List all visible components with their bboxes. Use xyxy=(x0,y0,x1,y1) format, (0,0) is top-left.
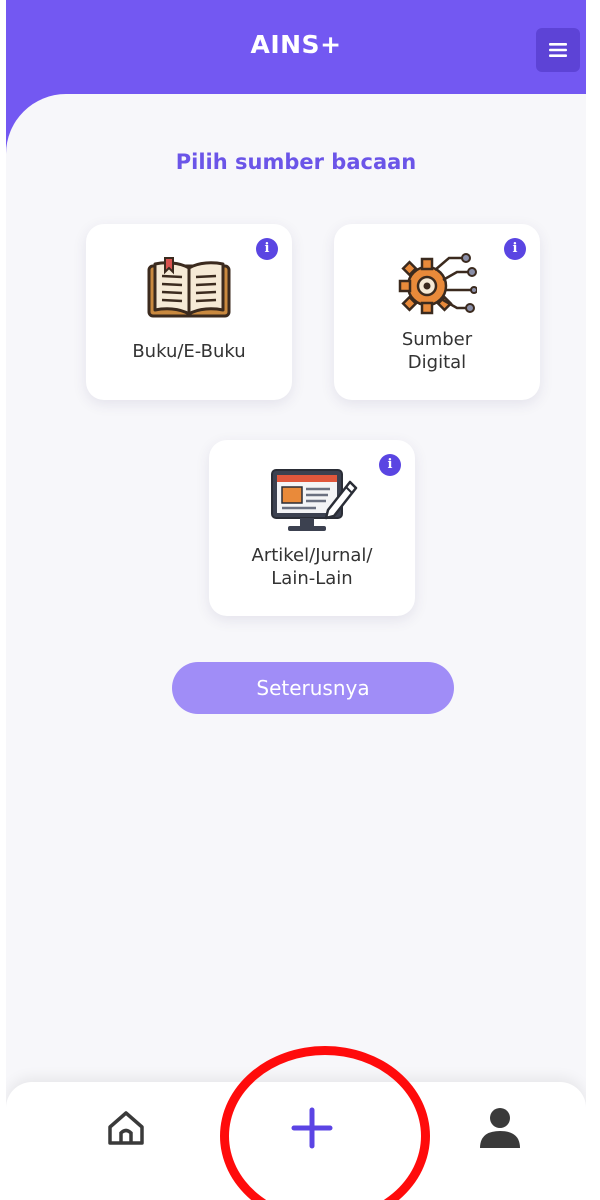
card-icon-wrap xyxy=(209,466,415,536)
nav-home[interactable] xyxy=(94,1098,158,1158)
home-icon xyxy=(108,1111,144,1145)
card-artikel-jurnal[interactable]: i Artikel/Jurnal/ Lain-Lain xyxy=(209,440,415,616)
menu-button[interactable] xyxy=(536,28,580,72)
card-label-line: Artikel/Jurnal/ xyxy=(251,545,373,566)
card-label-line: Lain-Lain xyxy=(271,568,353,589)
nav-add[interactable] xyxy=(280,1098,344,1158)
open-book-icon xyxy=(147,257,231,318)
article-monitor-icon xyxy=(271,469,358,531)
card-icon-wrap xyxy=(334,250,540,320)
app-screen: AINS+ Pilih sumber bacaan i Buku/E-Buku … xyxy=(6,0,586,1200)
nav-profile[interactable] xyxy=(468,1098,532,1158)
card-sumber-digital[interactable]: i Sumber Digital xyxy=(334,224,540,400)
digital-gear-network-icon xyxy=(398,253,477,315)
card-label: Buku/E-Buku xyxy=(132,341,246,362)
user-icon xyxy=(480,1108,520,1148)
main-content: Pilih sumber bacaan i Buku/E-Buku i Sumb… xyxy=(6,94,586,1200)
next-button[interactable]: Seterusnya xyxy=(172,662,454,714)
card-icon-wrap xyxy=(86,254,292,324)
card-buku-ebuku[interactable]: i Buku/E-Buku xyxy=(86,224,292,400)
card-label-line: Digital xyxy=(407,352,467,373)
bottom-navigation xyxy=(6,1082,586,1200)
card-label: Artikel/Jurnal/ Lain-Lain xyxy=(209,544,415,590)
card-label-line: Sumber xyxy=(401,329,473,350)
app-title: AINS+ xyxy=(250,30,342,59)
card-label: Sumber Digital xyxy=(334,328,540,374)
hamburger-menu-icon xyxy=(549,43,567,57)
section-title: Pilih sumber bacaan xyxy=(175,150,417,174)
plus-icon xyxy=(291,1107,333,1149)
